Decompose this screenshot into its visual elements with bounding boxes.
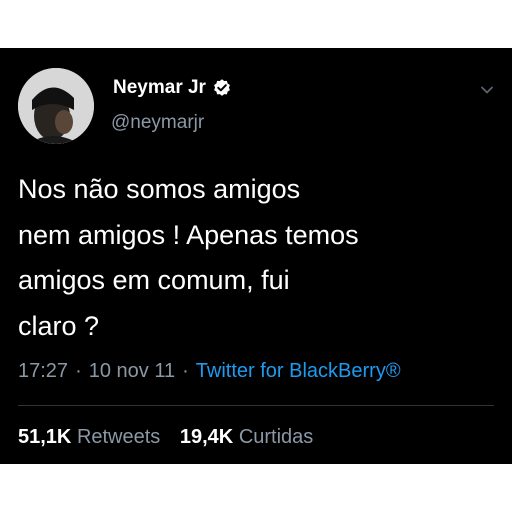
likes-count: 19,4K [179,426,234,448]
profile-photo [18,68,94,144]
tweet-text: Nos não somos amigos nem amigos ! Apenas… [18,167,498,349]
retweets-label: Retweets [76,426,161,448]
tweet-card: Neymar Jr @neymarjr Nos não somos amigos… [0,48,512,464]
meta-separator: · [182,360,189,382]
tweet-stats: 51,1K Retweets 19,4K Curtidas [18,426,327,449]
verified-badge-icon [214,79,230,96]
tweet-line: amigos em comum, fui [18,265,290,295]
retweets-count: 51,1K [18,426,72,448]
chevron-down-icon[interactable] [479,82,495,98]
tweet-time[interactable]: 17:27 [18,360,68,382]
tweet-date[interactable]: 10 nov 11 [89,360,175,382]
tweet-line: claro ? [18,310,100,341]
tweet-line: nem amigos ! Apenas temos [18,219,359,250]
tweet-line: Nos não somos amigos [18,174,301,204]
meta-separator: · [75,360,82,382]
retweets-stat[interactable]: 51,1K Retweets [18,426,166,448]
user-handle[interactable]: @neymarjr [111,112,204,134]
likes-label: Curtidas [238,426,314,448]
tweet-source-link[interactable]: Twitter for BlackBerry® [196,360,401,382]
name-row: Neymar Jr [113,76,232,100]
divider [18,405,494,406]
tweet-meta: 17:27 · 10 nov 11 · Twitter for BlackBerry® [18,360,401,383]
display-name[interactable]: Neymar Jr [113,77,206,99]
avatar[interactable] [18,68,94,144]
likes-stat[interactable]: 19,4K Curtidas [180,426,313,448]
